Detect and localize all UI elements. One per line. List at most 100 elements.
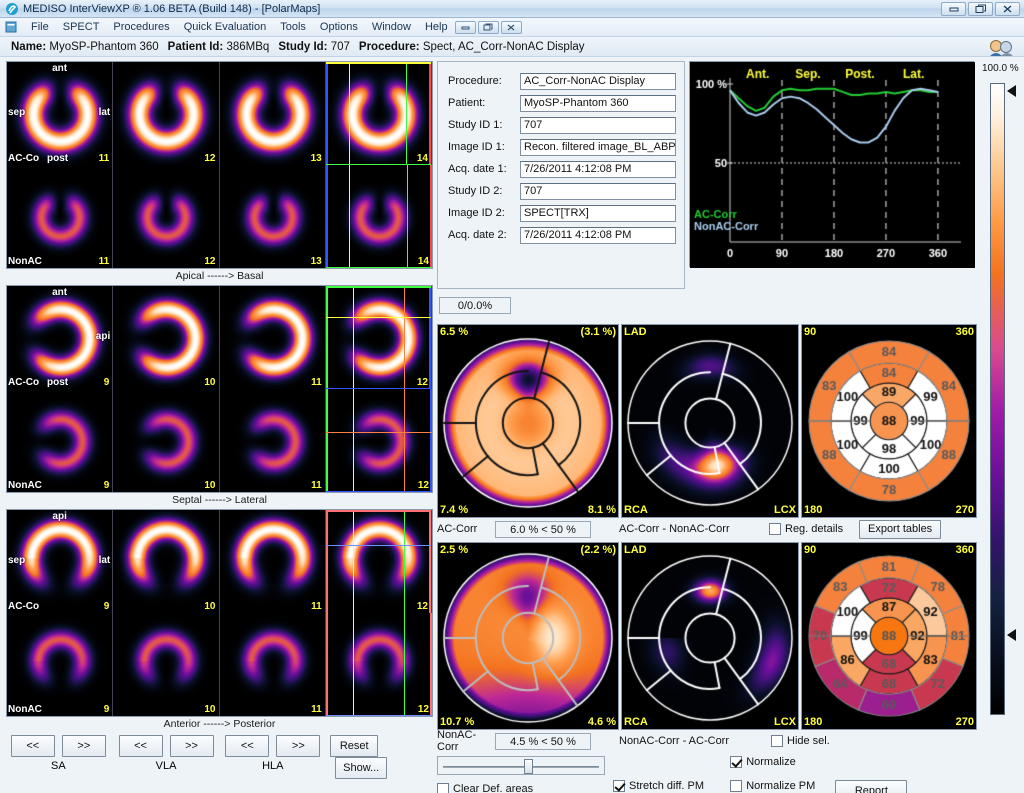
clear-def-areas-checkbox[interactable]: Clear Def. areas xyxy=(437,783,533,793)
restore-button[interactable] xyxy=(968,1,993,16)
report-button[interactable]: Report xyxy=(835,780,908,793)
sa-slice-cell[interactable]: 12 xyxy=(113,62,220,165)
vla-slice-panel[interactable]: ant api AC-Co post 9 10 11 12 NonAC 9 10… xyxy=(6,285,433,493)
vla-slice-cell[interactable]: 11 xyxy=(219,389,326,492)
field-value-image-id-2[interactable]: SPECT[TRX] xyxy=(520,204,676,222)
sa-slice-cell-selected[interactable]: 14 xyxy=(325,62,432,165)
colorbar-lower-handle-icon[interactable] xyxy=(1007,629,1016,641)
vla-slice-cell[interactable]: 11 xyxy=(219,286,326,389)
normalize-checkbox-box[interactable] xyxy=(730,756,743,768)
mdi-close-button[interactable] xyxy=(500,20,522,34)
minimize-button[interactable] xyxy=(941,1,966,16)
stretch-diff-pm-checkbox-box[interactable] xyxy=(613,780,625,792)
field-value-patient[interactable]: MyoSP-Phantom 360 xyxy=(520,94,676,112)
menu-item-tools[interactable]: Tools xyxy=(273,19,313,35)
hla-next-button[interactable]: >> xyxy=(276,735,321,757)
menu-item-options[interactable]: Options xyxy=(313,19,365,35)
sa-slice-cell[interactable]: 12 xyxy=(113,165,220,268)
hla-row2-mode: NonAC xyxy=(8,704,42,715)
vla-row2-mode: NonAC xyxy=(8,480,42,491)
defect-threshold-slider[interactable] xyxy=(437,756,605,775)
hla-slice-cell[interactable]: 10 xyxy=(113,613,220,716)
menu-item-help[interactable]: Help xyxy=(418,19,455,35)
diff-polarmap-bottom[interactable]: LAD RCA LCX xyxy=(621,542,799,730)
bullseye-top[interactable]: 90 360 180 270 xyxy=(801,324,977,518)
reg-details-checkbox[interactable]: Reg. details xyxy=(769,523,843,535)
menu-item-quick-evaluation[interactable]: Quick Evaluation xyxy=(177,19,274,35)
hide-sel-checkbox-box[interactable] xyxy=(771,735,783,747)
close-button[interactable] xyxy=(995,1,1020,16)
intensity-colorbar[interactable] xyxy=(990,83,1005,715)
hla-slice-cell[interactable]: NonAC 9 xyxy=(7,613,114,716)
patient-name-label: Name: xyxy=(11,40,47,53)
vla-slice-cell[interactable]: 10 xyxy=(113,389,220,492)
hla-slice-cell[interactable]: 11 xyxy=(219,613,326,716)
field-value-study-id-2[interactable]: 707 xyxy=(520,182,676,200)
normalize-pm-checkbox[interactable]: Normalize PM xyxy=(730,780,815,792)
study-id-value: 707 xyxy=(330,40,350,53)
user-avatar-icon[interactable] xyxy=(986,38,1016,56)
menu-item-window[interactable]: Window xyxy=(365,19,418,35)
hla-label-api: api xyxy=(52,511,67,522)
vla-slice-cell-selected[interactable]: 12 xyxy=(325,286,432,389)
show-button[interactable]: Show... xyxy=(335,757,388,779)
export-tables-button[interactable]: Export tables xyxy=(859,519,942,539)
normalize-pm-checkbox-box[interactable] xyxy=(730,780,743,792)
bullseye-bottom[interactable]: 90 360 180 270 xyxy=(801,542,977,730)
reg-details-checkbox-box[interactable] xyxy=(769,523,781,535)
vla-next-button[interactable]: >> xyxy=(169,735,214,757)
vla-slice-cell[interactable]: 10 xyxy=(113,286,220,389)
colorbar-upper-handle-icon[interactable] xyxy=(1007,85,1016,97)
slider-thumb[interactable] xyxy=(524,759,533,774)
hla-slice-panel[interactable]: api sep lat AC-Co 9 10 11 12 NonAC 9 10 … xyxy=(6,509,433,717)
mdi-restore-button[interactable] xyxy=(477,20,499,34)
sa-slice-panel[interactable]: ant sep lat AC-Co post 11 12 13 14 NonAC… xyxy=(6,61,433,269)
sa-slice-cell[interactable]: 13 xyxy=(219,62,326,165)
field-value-study-id-1[interactable]: 707 xyxy=(520,116,676,134)
vla-slice-cell[interactable]: ant api AC-Co post 9 xyxy=(7,286,114,389)
hla-slice-cell-selected[interactable]: 12 xyxy=(325,613,432,716)
normalize-label: Normalize xyxy=(746,756,796,768)
mdi-minimize-button[interactable] xyxy=(454,20,476,34)
field-label-image-id-1: Image ID 1: xyxy=(448,141,505,153)
normalize-checkbox[interactable]: Normalize xyxy=(730,756,796,768)
progress-percent-box: 0/0.0% xyxy=(439,297,511,314)
polarmap-row-nonac-corr: 2.5 % (2.2 %) 10.7 % 4.6 % LAD RCA LCX 9… xyxy=(437,542,977,730)
ac-corr-pct-top-left: 6.5 % xyxy=(440,326,469,338)
vla-prev-button[interactable]: << xyxy=(118,735,163,757)
sa-next-button[interactable]: >> xyxy=(61,735,106,757)
field-value-acq-date-1[interactable]: 7/26/2011 4:12:08 PM xyxy=(520,160,676,178)
patient-id-value: 386MBq xyxy=(226,40,270,53)
stretch-diff-pm-checkbox[interactable]: Stretch diff. PM xyxy=(613,780,704,792)
hla-slice-cell-selected[interactable]: 12 xyxy=(325,510,432,613)
hla-slice-cell[interactable]: 10 xyxy=(113,510,220,613)
sa-slice-cell[interactable]: ant sep lat AC-Co post 11 xyxy=(7,62,114,165)
hla-prev-button[interactable]: << xyxy=(225,735,270,757)
menu-item-file[interactable]: File xyxy=(24,19,56,35)
reset-button[interactable]: Reset xyxy=(330,735,379,757)
field-value-image-id-1[interactable]: Recon. filtered image_BL_ABP_it20_ xyxy=(520,138,676,156)
hide-sel-checkbox[interactable]: Hide sel. xyxy=(771,735,830,747)
nonac-corr-polarmap[interactable]: 2.5 % (2.2 %) 10.7 % 4.6 % xyxy=(437,542,619,730)
clear-def-areas-checkbox-box[interactable] xyxy=(437,783,449,793)
action-buttons-group: Report Quit SPECT xyxy=(835,756,977,793)
sa-label-ant: ant xyxy=(52,63,68,74)
sa-slice-cell-selected[interactable]: 14 xyxy=(325,165,432,268)
field-value-procedure[interactable]: AC_Corr-NonAC Display xyxy=(520,72,676,90)
field-value-acq-date-2[interactable]: 7/26/2011 4:12:08 PM xyxy=(520,226,676,244)
vla-slice-cell-selected[interactable]: 12 xyxy=(325,389,432,492)
menu-item-procedures[interactable]: Procedures xyxy=(106,19,176,35)
hla-slice-cell[interactable]: 11 xyxy=(219,510,326,613)
vla-slice-cell[interactable]: NonAC 9 xyxy=(7,389,114,492)
application-window: MEDISO InterViewXP ® 1.06 BETA (Build 14… xyxy=(0,0,1024,793)
sa-slice-cell[interactable]: NonAC 11 xyxy=(7,165,114,268)
menu-item-spect[interactable]: SPECT xyxy=(56,19,107,35)
profile-chart-panel[interactable] xyxy=(689,61,975,268)
sa-slice-cell[interactable]: 13 xyxy=(219,165,326,268)
diff-polarmap-top[interactable]: LAD RCA LCX xyxy=(621,324,799,518)
ac-corr-polarmap[interactable]: 6.5 % (3.1 %) 7.4 % 8.1 % xyxy=(437,324,619,518)
tomographic-slices-column: ant sep lat AC-Co post 11 12 13 14 NonAC… xyxy=(6,61,433,789)
window-controls xyxy=(941,1,1022,16)
sa-prev-button[interactable]: << xyxy=(10,735,55,757)
hla-slice-cell[interactable]: api sep lat AC-Co 9 xyxy=(7,510,114,613)
